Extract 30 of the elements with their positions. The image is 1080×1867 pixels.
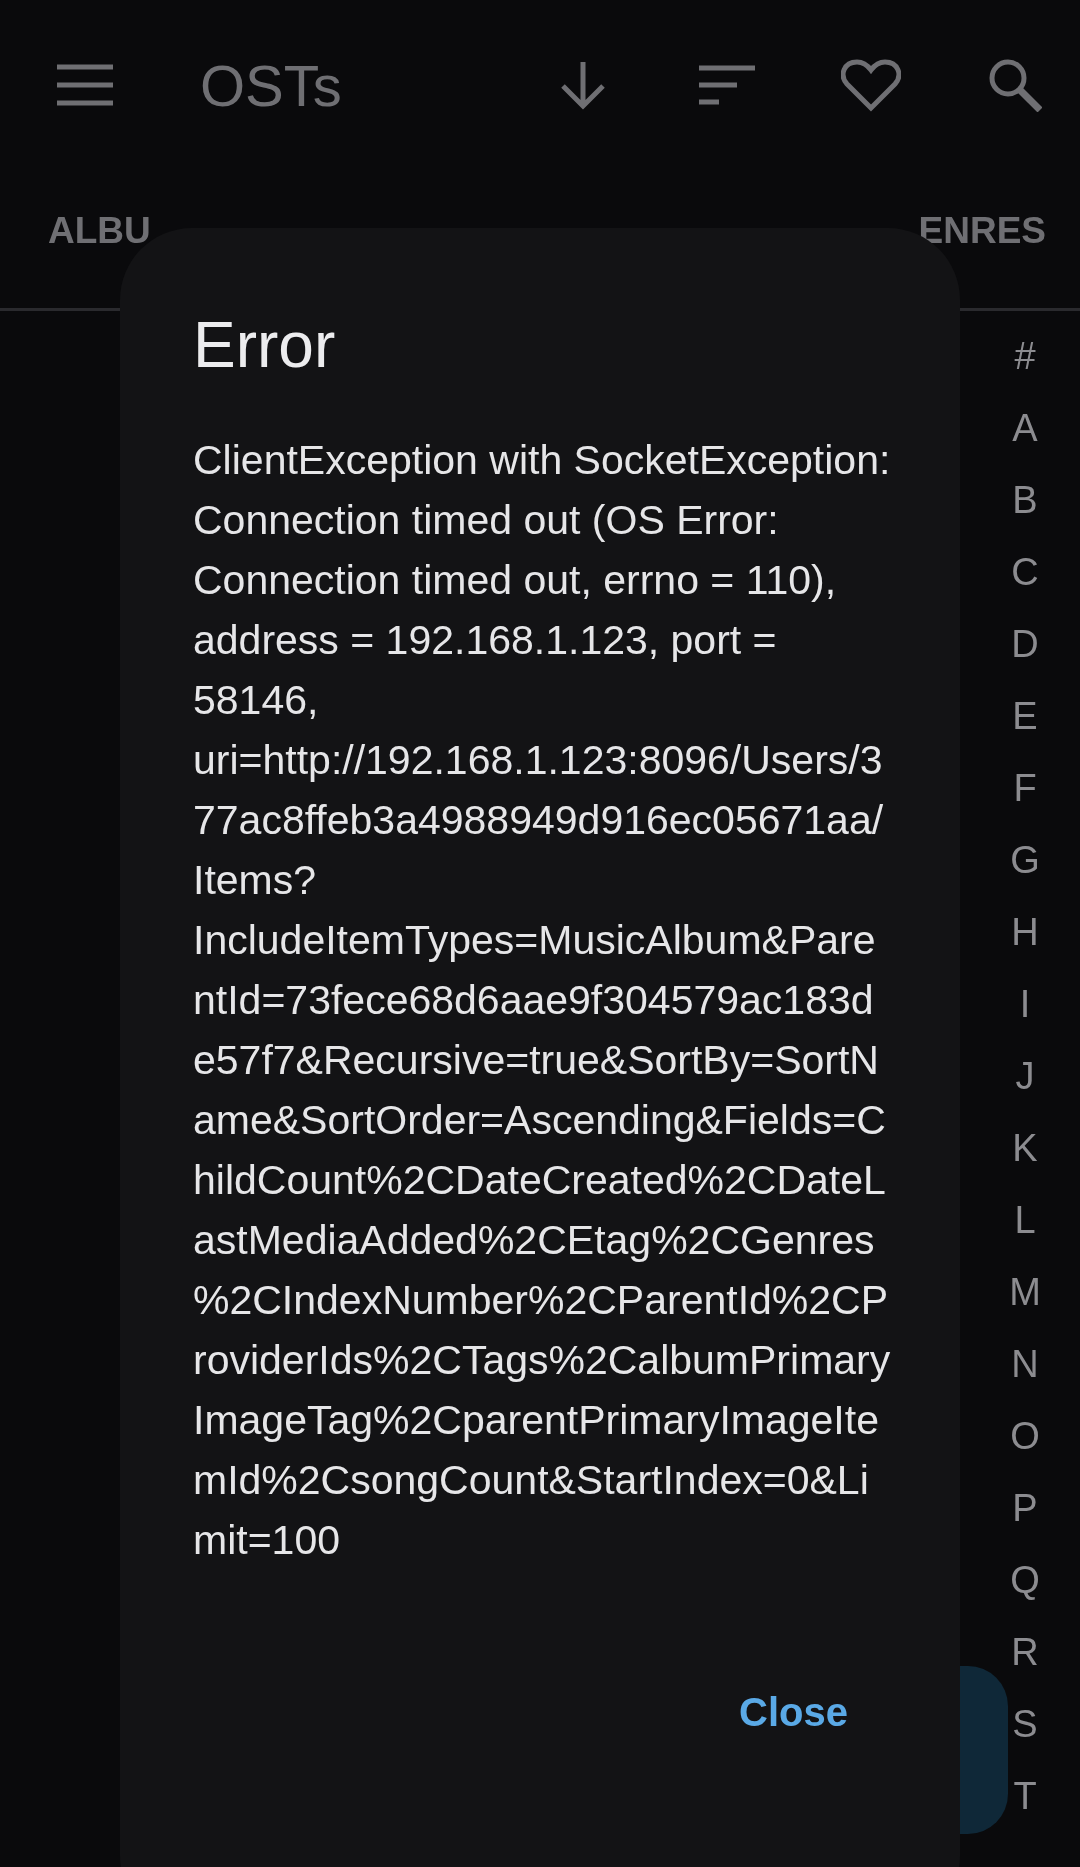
index-letter[interactable]: Q: [1010, 1544, 1040, 1616]
index-letter[interactable]: T: [1013, 1760, 1037, 1832]
index-letter[interactable]: C: [1011, 536, 1039, 608]
index-letter[interactable]: #: [1014, 320, 1036, 392]
menu-icon: [57, 64, 113, 106]
down-arrow-icon: [559, 60, 607, 110]
heart-icon: [841, 58, 901, 112]
index-letter[interactable]: O: [1010, 1400, 1040, 1472]
index-letter[interactable]: R: [1011, 1616, 1039, 1688]
app-title: OSTs: [200, 51, 343, 119]
index-letter[interactable]: J: [1015, 1040, 1035, 1112]
error-message: ClientException with SocketException: Connection timed out (OS Error: Connection timed out, errno = 110), address = 192.168.1.123, port = 58146, uri=http://192.168.1.123:8096/Users/377ac8ffeb3a4988949d916ec05671aa/Items?IncludeItemTypes=MusicAlbum&ParentId=73fece68d6aae9f304579ac183de57f7&Recursive=true&SortBy=SortName&SortOrder=Ascending&Fields=ChildCount%2CDateCreated%2CDateLastMediaAdded%2CEtag%2CGenres%2CIndexNumber%2CParentId%2CProviderIds%2CTags%2CalbumPrimaryImageTag%2CparentPrimaryImageItemId%2CsongCount&StartIndex=0&Limit=100: [193, 436, 892, 1565]
index-letter[interactable]: A: [1012, 392, 1038, 464]
index-letter[interactable]: E: [1012, 680, 1038, 752]
index-letter[interactable]: M: [1009, 1256, 1041, 1328]
index-letter[interactable]: S: [1012, 1688, 1038, 1760]
sort-icon: [699, 65, 755, 105]
dialog-title: Error: [193, 308, 337, 382]
index-letter[interactable]: P: [1012, 1472, 1038, 1544]
index-letter[interactable]: F: [1013, 752, 1037, 824]
index-letter[interactable]: H: [1011, 896, 1039, 968]
index-letter[interactable]: L: [1014, 1184, 1036, 1256]
close-button[interactable]: Close: [727, 1680, 860, 1745]
index-letter[interactable]: K: [1012, 1112, 1038, 1184]
index-letter[interactable]: I: [1019, 968, 1031, 1040]
index-letter[interactable]: D: [1011, 608, 1039, 680]
index-letter[interactable]: N: [1011, 1328, 1039, 1400]
index-letter[interactable]: G: [1010, 824, 1040, 896]
search-icon: [988, 58, 1042, 112]
index-letter[interactable]: B: [1012, 464, 1038, 536]
